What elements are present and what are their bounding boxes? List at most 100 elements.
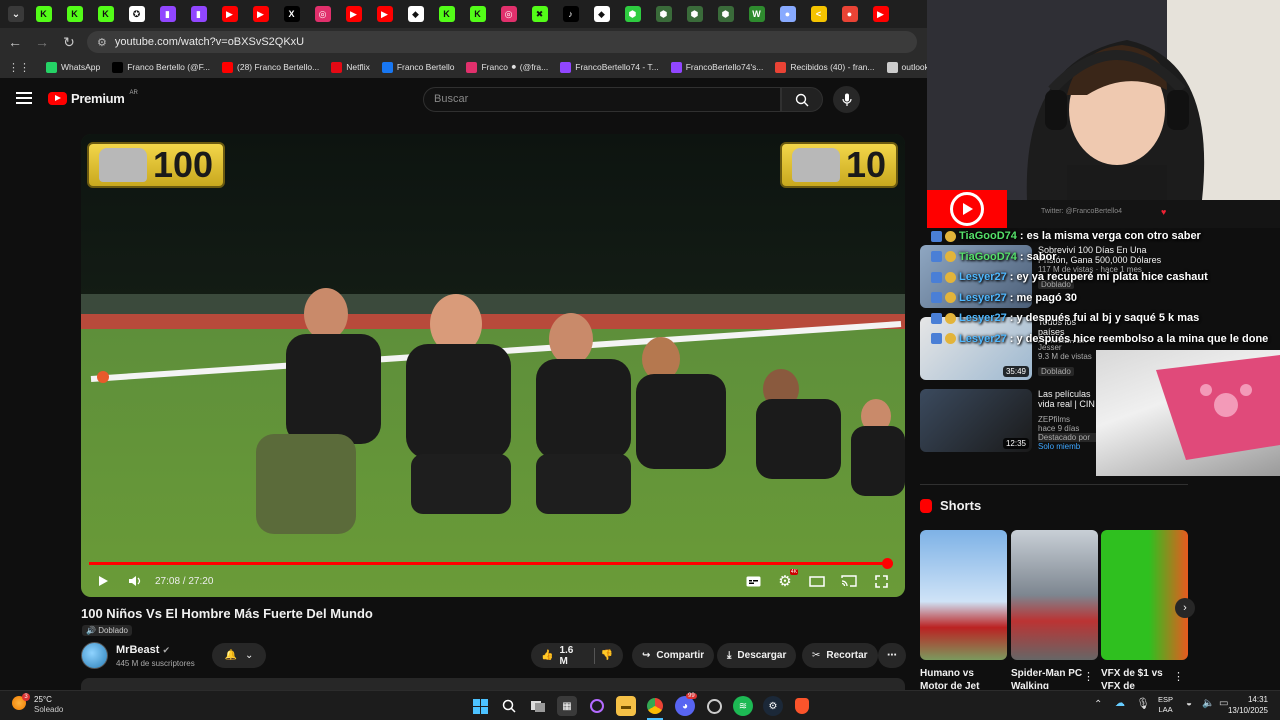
browser-tab[interactable]: ▮: [183, 0, 214, 28]
team-icon: ⬢: [655, 6, 672, 22]
clock[interactable]: 14:31 13/10/2025: [1222, 694, 1268, 716]
channel-name[interactable]: MrBeast ✔: [116, 644, 170, 656]
theater-mode-button[interactable]: [801, 565, 833, 597]
short-thumbnail[interactable]: [1011, 530, 1098, 660]
chevron-up-icon[interactable]: ⌃: [1094, 699, 1102, 710]
bookmark-item[interactable]: Recibidos (40) - fran...: [769, 61, 880, 73]
short-thumbnail[interactable]: [1101, 530, 1188, 660]
browser-tab[interactable]: ◆: [400, 0, 431, 28]
browser-tab[interactable]: K: [59, 0, 90, 28]
bookmark-item[interactable]: WhatsApp: [40, 61, 106, 73]
cast-button[interactable]: [833, 565, 865, 597]
browser-tab[interactable]: ▮: [152, 0, 183, 28]
brave-icon[interactable]: [792, 696, 812, 716]
video-thumbnail[interactable]: 12:35: [920, 389, 1032, 452]
bookmark-item[interactable]: outlook: [881, 61, 927, 73]
tray-app-icon[interactable]: ☁: [1115, 698, 1125, 709]
browser-tab[interactable]: ▶: [214, 0, 245, 28]
thumbs-down-icon[interactable]: 👎: [601, 650, 613, 661]
chevron-right-icon: ›: [1183, 602, 1187, 614]
browser-tab[interactable]: ◆: [586, 0, 617, 28]
browser-tab[interactable]: ▶: [245, 0, 276, 28]
browser-tab[interactable]: ▶: [369, 0, 400, 28]
site-info-icon[interactable]: ⚙: [97, 36, 107, 49]
wifi-icon[interactable]: ◒: [1186, 698, 1192, 709]
subtitles-button[interactable]: [737, 565, 769, 597]
browser-tab[interactable]: ●: [772, 0, 803, 28]
recommendation-item[interactable]: 12:35 Las películas vida real | CIN ZEPf…: [920, 389, 1098, 452]
bookmark-item[interactable]: Franco Bertello: [376, 61, 461, 73]
windows-start-icon[interactable]: [470, 696, 490, 716]
browser-tab[interactable]: ⬢: [679, 0, 710, 28]
browser-tab[interactable]: K: [462, 0, 493, 28]
forward-icon[interactable]: →: [30, 30, 54, 54]
bookmark-item[interactable]: (28) Franco Bertello...: [216, 61, 325, 73]
browser-tab[interactable]: <: [803, 0, 834, 28]
browser-tab[interactable]: W: [741, 0, 772, 28]
app-icon[interactable]: [587, 696, 607, 716]
browser-tab[interactable]: ◎: [307, 0, 338, 28]
apps-icon[interactable]: ⋮⋮: [0, 61, 40, 74]
browser-tab[interactable]: K: [431, 0, 462, 28]
search-input[interactable]: Buscar: [423, 87, 781, 112]
url-field[interactable]: ⚙ youtube.com/watch?v=oBXSvS2QKxU: [87, 31, 917, 53]
download-button[interactable]: ⤓ Descargar: [717, 643, 797, 668]
browser-tab[interactable]: K: [28, 0, 59, 28]
steam-icon[interactable]: ⚙: [763, 696, 783, 716]
tab-dropdown-button[interactable]: ⌄: [4, 0, 28, 28]
browser-tab[interactable]: ✖: [524, 0, 555, 28]
settings-button[interactable]: ⚙ 4K: [769, 565, 801, 597]
voice-search-button[interactable]: [833, 86, 860, 113]
volume-button[interactable]: [119, 565, 151, 597]
browser-tab[interactable]: ▶: [338, 0, 369, 28]
back-icon[interactable]: ←: [3, 30, 27, 54]
stream-overlay-image: [1096, 350, 1280, 476]
browser-tab[interactable]: ⬢: [617, 0, 648, 28]
reco-title: Las películas vida real | CIN: [1038, 389, 1095, 409]
bookmark-item[interactable]: Franco Bertello (@F...: [106, 61, 216, 73]
chrome-icon[interactable]: [645, 696, 665, 716]
notifications-button[interactable]: 🔔 ⌄: [212, 643, 266, 668]
browser-tab[interactable]: ♪: [555, 0, 586, 28]
microsoft-store-icon[interactable]: ▦: [557, 696, 577, 716]
play-button[interactable]: [87, 565, 119, 597]
short-menu-icon[interactable]: ⋮: [1173, 670, 1184, 683]
task-view-icon[interactable]: [528, 696, 548, 716]
like-button[interactable]: 👍 1.6 M 👎: [531, 643, 623, 668]
youtube-logo[interactable]: Premium AR: [48, 90, 138, 106]
browser-tab[interactable]: X: [276, 0, 307, 28]
file-explorer-icon[interactable]: ▬: [616, 696, 636, 716]
browser-tab[interactable]: K: [90, 0, 121, 28]
bookmark-item[interactable]: FrancoBertello74 - T...: [554, 61, 664, 73]
short-thumbnail[interactable]: [920, 530, 1007, 660]
xbox-icon[interactable]: [704, 696, 724, 716]
discord-icon[interactable]: ◕: [675, 696, 695, 716]
bookmark-item[interactable]: Netflix: [325, 61, 376, 73]
speaker-icon[interactable]: 🔈: [1202, 698, 1214, 709]
chat-message: TiaGooD74: es la misma verga con otro sa…: [931, 230, 1201, 242]
browser-tab[interactable]: ⬢: [710, 0, 741, 28]
browser-tab[interactable]: ▶: [865, 0, 896, 28]
browser-tab[interactable]: ✪: [121, 0, 152, 28]
microphone-icon[interactable]: 🎙: [1136, 697, 1150, 710]
share-button[interactable]: ↪ Compartir: [632, 643, 715, 668]
bookmark-item[interactable]: Franco ⚫ (@fra...: [460, 61, 554, 73]
search-button[interactable]: [781, 87, 823, 112]
more-actions-button[interactable]: ⋯: [878, 643, 906, 668]
short-title: VFX de $1 vs VFX de: [1101, 668, 1163, 689]
short-menu-icon[interactable]: ⋮: [1083, 670, 1094, 683]
browser-tab[interactable]: ●: [834, 0, 865, 28]
clip-button[interactable]: ✂ Recortar: [802, 643, 878, 668]
fullscreen-button[interactable]: [865, 565, 897, 597]
reload-icon[interactable]: ↻: [57, 30, 81, 54]
browser-tab[interactable]: ⬢: [648, 0, 679, 28]
bookmark-item[interactable]: FrancoBertello74's...: [665, 61, 770, 73]
menu-icon[interactable]: [16, 92, 32, 104]
spotify-icon[interactable]: ≋: [733, 696, 753, 716]
channel-avatar[interactable]: [81, 642, 108, 669]
search-icon[interactable]: [499, 696, 519, 716]
language-indicator[interactable]: ESP LAA: [1158, 695, 1173, 715]
browser-tab[interactable]: ◎: [493, 0, 524, 28]
video-player[interactable]: 100 10 27:08 / 27:20 ⚙ 4K: [81, 134, 905, 597]
shorts-next-button[interactable]: ›: [1175, 598, 1195, 618]
